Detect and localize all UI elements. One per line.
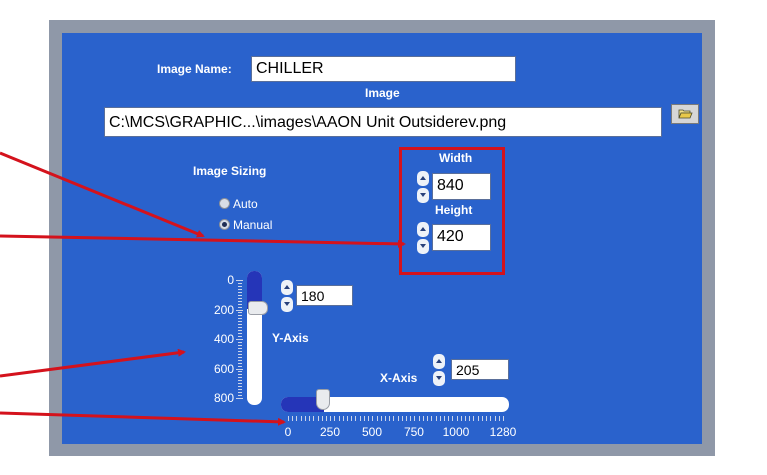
arrow-to-manual: [0, 151, 205, 238]
arrow-to-x-axis: [0, 411, 286, 426]
annotation-arrows: [0, 151, 406, 426]
arrow-to-y-axis: [0, 348, 186, 378]
